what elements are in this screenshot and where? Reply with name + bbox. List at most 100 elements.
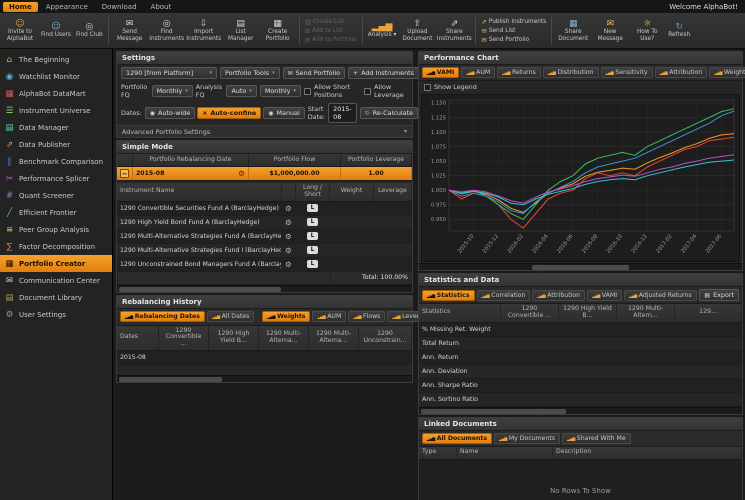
invite-to-alphabot-button[interactable]: ☺ Invite to AlphaBot <box>2 18 38 43</box>
gear-icon[interactable]: ⚙ <box>285 218 292 227</box>
send-message-button[interactable]: ✉ Send Message <box>112 18 148 43</box>
allow-leverage-checkbox[interactable] <box>364 87 372 95</box>
upload-document-button[interactable]: ⇧ Upload Document <box>399 18 435 43</box>
allow-short-positions-checkbox[interactable] <box>303 87 311 95</box>
long-short-value[interactable]: L <box>306 204 319 213</box>
stats-tab-correlation[interactable]: ▂▄▆ Correlation <box>476 289 531 301</box>
menu-item-home[interactable]: Home <box>3 1 38 12</box>
column-header[interactable]: Portfolio Leverage <box>341 154 412 166</box>
column-header[interactable]: Statistics <box>419 304 501 322</box>
column-header[interactable]: Dates <box>117 325 159 351</box>
advanced-portfolio-settings-toggle[interactable]: Advanced Portfolio Settings ▾ <box>117 125 412 137</box>
column-header[interactable]: 1290 Convertible ... <box>159 325 209 351</box>
remove-rebalance-button[interactable]: − <box>120 169 129 178</box>
stats-tab-statistics[interactable]: ▂▄▆ Statistics <box>422 289 475 301</box>
column-header[interactable]: Portfolio Rebalancing Date <box>133 154 249 166</box>
menu-item-download[interactable]: Download <box>96 2 143 12</box>
send-list-button[interactable]: ✉ Send List <box>479 27 548 35</box>
send-portfolio-button[interactable]: ✉ Send Portfolio <box>479 36 548 44</box>
show-legend-checkbox[interactable] <box>424 83 431 91</box>
history-tab-rebalancing-dates[interactable]: ▂▄▆ Rebalancing Dates <box>120 311 205 323</box>
history-tab-weights[interactable]: ▂▄▆ Weights <box>262 311 311 323</box>
sidebar-item-portfolio-creator[interactable]: ▦ Portfolio Creator <box>0 255 112 272</box>
history-row[interactable]: 2015-0820.00%20.00%20.00%20.00%20.00% <box>117 98 537 500</box>
sidebar-item-alphabot-datamart[interactable]: ▦ AlphaBot DataMart <box>0 85 112 102</box>
dates-mode-manual-button[interactable]: ◉ Manual <box>263 107 305 119</box>
column-header[interactable]: 1290 High Yield B... <box>559 304 617 322</box>
long-short-value[interactable]: L <box>306 218 319 227</box>
stats-tab-adjusted-returns[interactable]: ▂▄▆ Adjusted Returns <box>624 289 697 301</box>
how-to-use-button[interactable]: ☼ How To Use? <box>629 18 665 43</box>
sidebar-item-document-library[interactable]: ▤ Document Library <box>0 289 112 306</box>
portfolio-tools-select[interactable]: Portfolio Tools ▾ <box>220 67 280 79</box>
scrollbar-thumb[interactable] <box>119 377 223 383</box>
recalculate-button[interactable]: ↻ Re-Calculate <box>359 107 419 119</box>
instrument-row[interactable]: 1290 Multi-Alternative Strategies Fund I… <box>117 98 537 500</box>
dates-mode-auto-wide-button[interactable]: ◉ Auto-wide <box>144 107 196 119</box>
instrument-row[interactable]: 1290 Unconstrained Bond Managers Fund A … <box>117 98 537 500</box>
sidebar-item-benchmark-comparison[interactable]: ∥ Benchmark Comparison <box>0 153 112 170</box>
documents-tab-my-documents[interactable]: ▂▄▆ My Documents <box>494 432 561 444</box>
column-header[interactable]: Description <box>553 446 742 459</box>
column-header[interactable]: Long / Short <box>296 183 330 201</box>
chart-tab-attribution[interactable]: ▂▄▆ Attribution <box>654 67 708 78</box>
find-users-button[interactable]: ☺ Find Users <box>39 21 73 40</box>
chart-tab-aum[interactable]: ▂▄▆ AUM <box>461 67 496 78</box>
chart-tab-weights[interactable]: ▂▄▆Weights <box>709 67 745 78</box>
column-header[interactable]: 1290 Convertible ... <box>501 304 559 322</box>
gear-icon[interactable]: ⚙ <box>238 169 245 178</box>
sidebar-item-quant-screener[interactable]: # Quant Screener <box>0 187 112 204</box>
sidebar-item-factor-decomposition[interactable]: ∑ Factor Decomposition <box>0 238 112 255</box>
portfolio-select[interactable]: 1290 [from Platform] ▾ <box>121 67 217 79</box>
column-header[interactable]: 1290 Multi-Alterna... <box>259 325 309 351</box>
sidebar-item-efficient-frontier[interactable]: ╱ Efficient Frontier <box>0 204 112 221</box>
new-message-button[interactable]: ✉ New Message <box>592 18 628 43</box>
column-header[interactable]: 1290 Multi-Alterna... <box>309 325 359 351</box>
rebalance-row-selected[interactable]: − 2015-08 ⚙ $1,000,000.00 1.00 <box>117 167 412 181</box>
column-header[interactable]: 1290 Unconstrain... <box>359 325 412 351</box>
scrollbar-thumb[interactable] <box>119 286 282 292</box>
portfolio-fq-select[interactable]: Monthly ▾ <box>151 85 193 97</box>
horizontal-scrollbar[interactable] <box>117 375 412 383</box>
find-instruments-button[interactable]: ◎ Find Instruments <box>149 18 185 43</box>
sidebar-item-data-publisher[interactable]: ⇗ Data Publisher <box>0 136 112 153</box>
scrollbar-thumb[interactable] <box>421 408 567 414</box>
dates-mode-auto-confine-button[interactable]: × Auto-confine <box>197 107 262 119</box>
gear-icon[interactable]: ⚙ <box>285 232 292 241</box>
documents-tab-shared-with-me[interactable]: ▂▄▆ Shared With Me <box>562 432 631 444</box>
gear-icon[interactable]: ⚙ <box>285 246 292 255</box>
column-header[interactable]: 1290 Multi-Altern... <box>617 304 675 322</box>
start-date-input[interactable]: 2015-08 <box>328 103 357 123</box>
gear-icon[interactable]: ⚙ <box>285 204 292 213</box>
column-header[interactable]: Type <box>419 446 457 459</box>
history-tab-flows[interactable]: ▂▄▆ Flows <box>348 311 386 323</box>
sidebar-item-performance-splicer[interactable]: ✂ Performance Splicer <box>0 170 112 187</box>
sidebar-item-communication-center[interactable]: ✉ Communication Center <box>0 272 112 289</box>
instrument-row[interactable]: 1290 Multi-Alternative Strategies Fund A… <box>117 98 537 500</box>
chart-tab-sensitivity[interactable]: ▂▄▆ Sensitivity <box>600 67 653 78</box>
send-portfolio-button[interactable]: ✉ Send Portfolio <box>282 67 346 79</box>
stats-tab-attribution[interactable]: ▂▄▆ Attribution <box>532 289 586 301</box>
statistics-export-button[interactable]: ▤ Export <box>699 289 739 301</box>
horizontal-scrollbar[interactable] <box>117 284 412 292</box>
long-short-value[interactable]: L <box>306 246 319 255</box>
chart-tab-vami[interactable]: ▂▄▆ VAMI <box>422 67 460 78</box>
instrument-row[interactable]: 1290 High Yield Bond Fund A (BarclayHedg… <box>117 98 537 500</box>
share-document-button[interactable]: ▦ Share Document <box>555 18 591 43</box>
column-header[interactable]: 1290 High Yield B... <box>209 325 259 351</box>
create-portfolio-button[interactable]: ▦ Create Portfolio <box>260 18 296 43</box>
column-header[interactable]: 129... <box>675 304 742 322</box>
menu-item-about[interactable]: About <box>145 2 178 12</box>
long-short-value[interactable]: L <box>306 260 319 269</box>
sidebar-item-instrument-universe[interactable]: ☰ Instrument Universe <box>0 102 112 119</box>
chart-tab-distribution[interactable]: ▂▄▆ Distribution <box>542 67 599 78</box>
add-instruments-button[interactable]: + Add Instruments <box>348 67 419 79</box>
long-short-value[interactable]: L <box>306 232 319 241</box>
menu-item-appearance[interactable]: Appearance <box>40 2 94 12</box>
import-instruments-button[interactable]: ⇩ Import Instruments <box>186 18 222 43</box>
horizontal-scrollbar[interactable] <box>419 263 742 270</box>
chart-tab-returns[interactable]: ▂▄▆ Returns <box>497 67 541 78</box>
share-instruments-button[interactable]: ⇗ Share Instruments <box>436 18 472 43</box>
analysis-button[interactable]: ▂▄▆ Analysis ▾ <box>366 21 399 40</box>
column-header[interactable]: Weight <box>330 183 374 201</box>
